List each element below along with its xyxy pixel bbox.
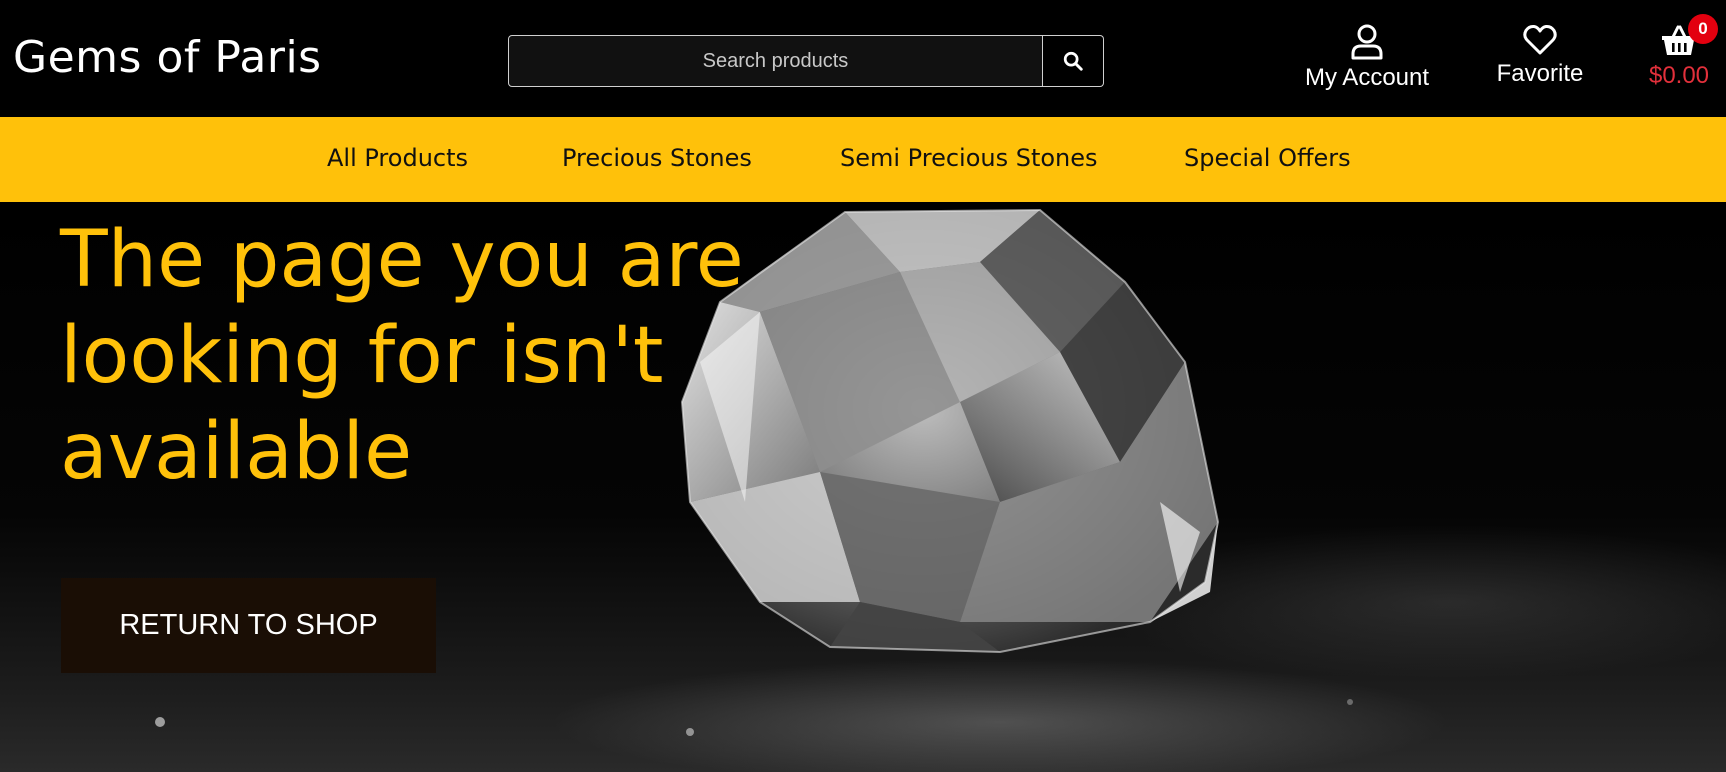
nav-item-all-products[interactable]: All Products xyxy=(327,144,468,172)
cart-total: $0.00 xyxy=(1648,62,1710,89)
search-input[interactable] xyxy=(508,35,1043,87)
favorite-link[interactable]: Favorite xyxy=(1490,24,1590,88)
page-title: The page you are looking for isn't avail… xyxy=(60,215,744,497)
nav-item-special-offers[interactable]: Special Offers xyxy=(1184,144,1351,172)
heart-icon xyxy=(1523,24,1557,55)
return-to-shop-button[interactable]: RETURN TO SHOP xyxy=(61,578,436,673)
my-account-link[interactable]: My Account xyxy=(1300,24,1434,92)
cart-count-badge: 0 xyxy=(1688,14,1718,44)
my-account-label: My Account xyxy=(1304,64,1430,91)
user-icon xyxy=(1351,24,1383,60)
main-nav: All Products Precious Stones Semi Precio… xyxy=(0,117,1726,202)
favorite-label: Favorite xyxy=(1496,60,1584,87)
search-button[interactable] xyxy=(1043,35,1104,87)
search-bar xyxy=(508,35,1104,87)
search-icon xyxy=(1063,51,1083,71)
nav-item-precious-stones[interactable]: Precious Stones xyxy=(562,144,752,172)
site-header: Gems of Paris My Account Favorite xyxy=(0,0,1726,117)
site-logo[interactable]: Gems of Paris xyxy=(13,32,322,83)
nav-item-semi-precious-stones[interactable]: Semi Precious Stones xyxy=(840,144,1098,172)
hero-section: The page you are looking for isn't avail… xyxy=(0,202,1726,772)
cart-link[interactable]: 0 $0.00 xyxy=(1640,14,1718,90)
